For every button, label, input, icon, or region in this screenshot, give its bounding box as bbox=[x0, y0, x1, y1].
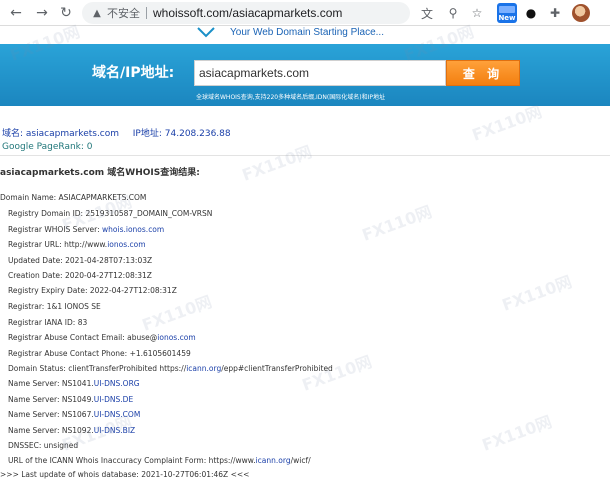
watermark: FX110网 bbox=[479, 412, 555, 455]
domain-summary: 域名: asiacapmarkets.com IP地址: 74.208.236.… bbox=[2, 126, 231, 139]
whois-status-link[interactable]: icann.org bbox=[186, 364, 221, 373]
translate-icon[interactable]: 文 bbox=[418, 4, 436, 22]
address-bar[interactable]: ▲ 不安全 whoissoft.com/asiacapmarkets.com bbox=[82, 2, 410, 24]
back-arrow-icon[interactable]: ← bbox=[6, 3, 26, 23]
watermark: FX110网 bbox=[239, 142, 315, 185]
whois-url-line: Registrar URL: http://www.ionos.com bbox=[8, 240, 146, 249]
whois-ns-1: Name Server: NS1041.UI-DNS.ORG bbox=[8, 379, 140, 388]
whois-ns-2: Name Server: NS1049.UI-DNS.DE bbox=[8, 395, 133, 404]
zoom-icon[interactable]: ⚲ bbox=[444, 4, 462, 22]
ip-link[interactable]: 74.208.236.88 bbox=[165, 129, 231, 139]
domain-label: 域名: bbox=[2, 129, 24, 139]
whois-ns-3-prefix: Name Server: NS1067. bbox=[8, 410, 94, 419]
result-title: asiacapmarkets.com 域名WHOIS查询结果: bbox=[0, 165, 200, 178]
pagerank-label: Google PageRank: bbox=[2, 142, 84, 152]
extensions-puzzle-icon[interactable]: ✚ bbox=[546, 4, 564, 22]
whois-iana: Registrar IANA ID: 83 bbox=[8, 318, 88, 327]
watermark: FX110网 bbox=[139, 292, 215, 335]
new-extension-bar bbox=[499, 6, 515, 13]
whois-icann-line: URL of the ICANN Whois Inaccuracy Compla… bbox=[8, 456, 311, 465]
result-title-suffix: 域名WHOIS查询结果: bbox=[107, 168, 200, 178]
whois-ns-1-link[interactable]: UI-DNS.ORG bbox=[94, 379, 140, 388]
result-domain: asiacapmarkets.com bbox=[0, 168, 105, 178]
search-note: 全球域名WHOIS查询,支持220多种域名后缀,IDN(国际化域名)和IP地址 bbox=[196, 94, 385, 101]
whois-abuse-email-label: Registrar Abuse Contact Email: abuse@ bbox=[8, 333, 158, 342]
whois-ns-2-prefix: Name Server: NS1049. bbox=[8, 395, 94, 404]
whois-last-update: >>> Last update of whois database: 2021-… bbox=[0, 470, 250, 479]
logo-chevron-icon bbox=[197, 27, 215, 38]
whois-updated: Updated Date: 2021-04-28T07:13:03Z bbox=[8, 256, 153, 265]
forward-arrow-icon[interactable]: → bbox=[32, 3, 52, 23]
whois-url-label: Registrar URL: http://www. bbox=[8, 240, 108, 249]
whois-status-label: Domain Status: clientTransferProhibited … bbox=[8, 364, 187, 373]
whois-icann-label: URL of the ICANN Whois Inaccuracy Compla… bbox=[8, 456, 256, 465]
extension-circle-icon[interactable]: ● bbox=[522, 4, 540, 22]
whois-abuse-phone: Registrar Abuse Contact Phone: +1.610560… bbox=[8, 349, 191, 358]
whois-icann-tail: /wicf/ bbox=[290, 456, 311, 465]
new-extension-icon[interactable]: New bbox=[497, 3, 517, 23]
whois-status-line: Domain Status: clientTransferProhibited … bbox=[8, 364, 333, 373]
search-button[interactable]: 查 询 bbox=[446, 60, 520, 86]
warning-icon[interactable]: ▲ bbox=[90, 6, 104, 20]
new-badge-label: New bbox=[498, 14, 516, 22]
search-banner: 域名/IP地址: 查 询 全球域名WHOIS查询,支持220多种域名后缀,IDN… bbox=[0, 44, 610, 106]
pagerank-summary: Google PageRank: 0 bbox=[2, 142, 93, 152]
whois-ns-1-prefix: Name Server: NS1041. bbox=[8, 379, 94, 388]
watermark: FX110网 bbox=[499, 272, 575, 315]
whois-url-link[interactable]: ionos.com bbox=[107, 240, 145, 249]
whois-ns-2-link[interactable]: UI-DNS.DE bbox=[94, 395, 133, 404]
pagerank-value: 0 bbox=[86, 142, 93, 152]
bookmark-star-icon[interactable]: ☆ bbox=[468, 4, 486, 22]
whois-registrar: Registrar: 1&1 IONOS SE bbox=[8, 302, 101, 311]
url-text[interactable]: whoissoft.com/asiacapmarkets.com bbox=[153, 6, 342, 20]
whois-abuse-email-line: Registrar Abuse Contact Email: abuse@ion… bbox=[8, 333, 196, 342]
whois-created: Creation Date: 2020-04-27T12:08:31Z bbox=[8, 271, 152, 280]
watermark: FX110网 bbox=[299, 352, 375, 395]
whois-abuse-email-link[interactable]: ionos.com bbox=[157, 333, 195, 342]
site-slogan: Your Web Domain Starting Place... bbox=[230, 27, 384, 38]
whois-server-link[interactable]: whois.ionos.com bbox=[102, 225, 164, 234]
watermark: FX110网 bbox=[359, 202, 435, 245]
search-label: 域名/IP地址: bbox=[92, 65, 175, 81]
ip-label: IP地址: bbox=[132, 129, 162, 139]
whois-expiry: Registry Expiry Date: 2022-04-27T12:08:3… bbox=[8, 286, 177, 295]
insecure-label[interactable]: 不安全 bbox=[107, 5, 140, 21]
whois-icann-link[interactable]: icann.org bbox=[256, 456, 291, 465]
address-separator bbox=[146, 7, 147, 19]
browser-toolbar: ← → ↻ ▲ 不安全 whoissoft.com/asiacapmarkets… bbox=[0, 0, 610, 26]
domain-link[interactable]: asiacapmarkets.com bbox=[26, 129, 119, 139]
avatar[interactable] bbox=[572, 4, 590, 22]
